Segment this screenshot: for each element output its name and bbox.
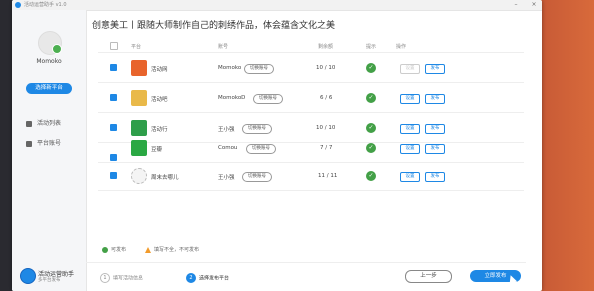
legend-ok: 可发布: [102, 246, 126, 253]
platform-logo-icon: [131, 140, 147, 156]
account-name: Momoko: [218, 65, 242, 71]
app-window: 活动运营助手 v1.0 – × Momoko 选择新平台 活动列表 平台账号 活…: [12, 0, 542, 291]
platform-name: 活动吧: [151, 97, 168, 103]
remaining-count: 10 / 10: [316, 65, 336, 71]
platform-logo-icon: [131, 90, 147, 106]
app-logo-icon: [20, 268, 36, 284]
user-icon: [26, 140, 32, 147]
row-checkbox[interactable]: [110, 94, 117, 101]
previous-button[interactable]: 上一步: [405, 270, 452, 283]
settings-button[interactable]: 设置: [400, 124, 420, 134]
divider: [98, 162, 524, 163]
divider: [98, 190, 524, 191]
window-title: 活动运营助手 v1.0: [24, 2, 67, 8]
divider: [98, 52, 524, 53]
check-icon: ✓: [366, 93, 376, 103]
column-header-tips: 提示: [366, 44, 377, 50]
select-platform-button[interactable]: 选择新平台: [26, 83, 72, 94]
divider: [98, 82, 524, 83]
sidebar: Momoko 选择新平台 活动列表 平台账号 活动运营助手 多平台发布: [12, 10, 87, 291]
publish-button[interactable]: 发布: [425, 124, 445, 134]
list-icon: [26, 120, 32, 127]
legend-label: 填写不全，不可发布: [154, 247, 200, 253]
warning-icon: [145, 246, 151, 253]
switch-account-button[interactable]: 切换账号: [242, 172, 272, 182]
step-label: 填写活动信息: [113, 275, 144, 282]
logo-subtitle: 多平台发布: [38, 278, 61, 283]
sidebar-item-activities[interactable]: 活动列表: [26, 120, 61, 128]
select-all-checkbox[interactable]: [110, 42, 118, 50]
remaining-count: 6 / 6: [320, 95, 333, 101]
publish-button[interactable]: 发布: [425, 94, 445, 104]
account-name: Comou: [218, 145, 238, 151]
sidebar-item-label: 平台账号: [37, 140, 62, 147]
account-name: MomokoD: [218, 95, 246, 101]
column-header-platform: 平台: [131, 44, 142, 50]
platform-name: 活动行: [151, 127, 168, 133]
platform-logo-icon: [131, 168, 147, 184]
column-header-remaining: 剩余额: [318, 44, 334, 50]
column-header-actions: 操作: [396, 44, 407, 50]
step-label: 选择发布平台: [199, 275, 230, 282]
check-icon: ✓: [366, 123, 376, 133]
sidebar-item-label: 活动列表: [37, 120, 62, 127]
remaining-count: 11 / 11: [318, 173, 338, 179]
title-bar: 活动运营助手 v1.0 – ×: [12, 0, 542, 11]
platform-badge-icon: [52, 44, 62, 54]
check-icon: ✓: [366, 143, 376, 153]
remaining-count: 7 / 7: [320, 145, 333, 151]
username: Momoko: [36, 58, 62, 65]
sidebar-item-accounts[interactable]: 平台账号: [26, 140, 61, 148]
platform-logo-icon: [131, 120, 147, 136]
switch-account-button[interactable]: 切换账号: [253, 94, 283, 104]
row-checkbox[interactable]: [110, 154, 117, 161]
platform-name: 豆瓣: [151, 147, 163, 153]
page-title: 创意美工丨跟随大师制作自己的刺绣作品，体会蕴含文化之美: [92, 21, 336, 31]
step-2: 2 选择发布平台: [186, 273, 229, 283]
divider: [98, 112, 524, 113]
app-icon: [15, 2, 21, 8]
check-icon: ✓: [366, 63, 376, 73]
check-icon: [102, 246, 108, 253]
column-header-account: 账号: [218, 44, 229, 50]
row-checkbox[interactable]: [110, 172, 117, 179]
legend-warn: 填写不全，不可发布: [145, 246, 199, 253]
settings-button[interactable]: 设置: [400, 94, 420, 104]
switch-account-button[interactable]: 切换账号: [246, 144, 276, 154]
settings-button[interactable]: 设置: [400, 172, 420, 182]
legend-label: 可发布: [111, 247, 127, 253]
switch-account-button[interactable]: 切换账号: [244, 64, 274, 74]
step-1: 1 填写活动信息: [100, 273, 143, 283]
step-number: 1: [100, 273, 110, 283]
divider: [86, 262, 526, 263]
row-checkbox[interactable]: [110, 64, 117, 71]
account-name: 王小强: [218, 127, 235, 133]
platform-name: 活动网: [151, 67, 168, 73]
publish-button[interactable]: 发布: [425, 64, 445, 74]
row-checkbox[interactable]: [110, 124, 117, 131]
account-name: 王小强: [218, 175, 235, 181]
remaining-count: 10 / 10: [316, 125, 336, 131]
minimize-icon[interactable]: –: [512, 1, 520, 9]
settings-button[interactable]: 设置: [400, 144, 420, 154]
settings-button[interactable]: 设置: [400, 64, 420, 74]
platform-logo-icon: [131, 60, 147, 76]
publish-button[interactable]: 发布: [425, 172, 445, 182]
publish-button[interactable]: 发布: [425, 144, 445, 154]
platform-name: 周末去哪儿: [151, 175, 179, 181]
check-icon: ✓: [366, 171, 376, 181]
divider: [98, 142, 524, 143]
step-number: 2: [186, 273, 196, 283]
switch-account-button[interactable]: 切换账号: [242, 124, 272, 134]
close-icon[interactable]: ×: [530, 1, 538, 9]
